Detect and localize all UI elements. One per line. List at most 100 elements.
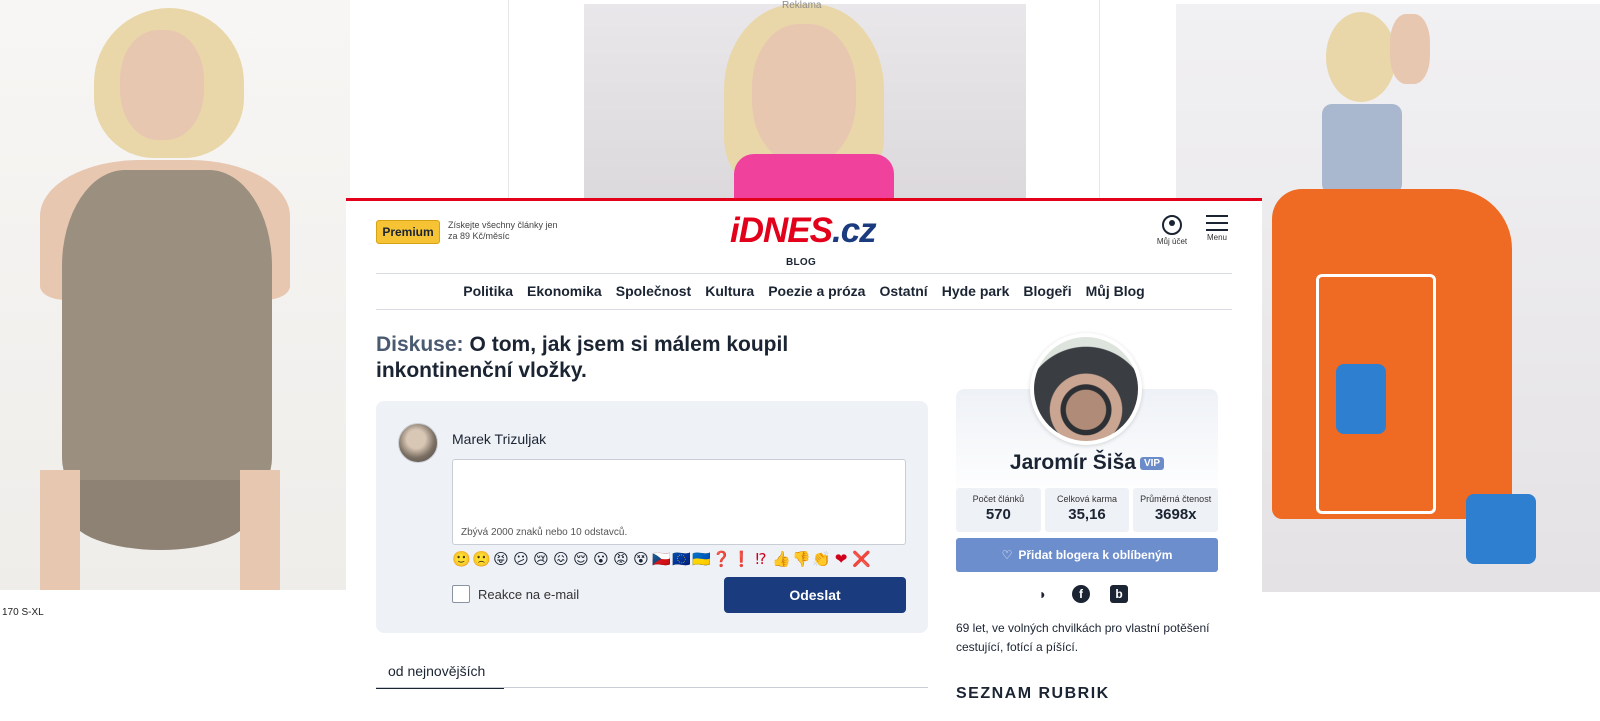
facebook-icon[interactable]: f [1072, 585, 1090, 603]
menu-label: Menu [1206, 233, 1227, 242]
nav-item-muj-blog[interactable]: Můj Blog [1086, 283, 1145, 299]
ad-model-leg [40, 470, 80, 590]
emoji-thumbs-down[interactable]: 👎 [792, 551, 811, 569]
logo-subtitle: BLOG [786, 257, 817, 268]
emoji-interrobang[interactable]: ⁉ [752, 551, 770, 569]
idnes-logo[interactable]: iDNES.cz [730, 211, 877, 251]
emoji-question[interactable]: ❓ [712, 551, 731, 569]
ad-model-face [120, 30, 204, 140]
emoji-bar: 🙂 🙁 😝 😕 😢 😖 😌 😮 😡 😵 🇨🇿 🇪🇺 🇺🇦 ❓ ❗ ⁉ 👍 👎 👏… [452, 551, 871, 569]
stat-label: Počet článků [972, 494, 1025, 504]
emoji-confused[interactable]: 😕 [512, 551, 530, 569]
nav-item-politika[interactable]: Politika [463, 283, 513, 299]
emoji-tongue[interactable]: 😝 [492, 551, 510, 569]
emoji-smile[interactable]: 🙂 [452, 551, 471, 569]
ad-model-shoe [1466, 494, 1536, 564]
section-heading: SEZNAM RUBRIK [956, 685, 1110, 702]
emoji-surprised[interactable]: 😮 [592, 551, 610, 569]
main-nav: Politika Ekonomika Společnost Kultura Po… [346, 283, 1262, 299]
emoji-relieved[interactable]: 😌 [572, 551, 590, 569]
emoji-angry[interactable]: 😡 [612, 551, 630, 569]
emoji-cross[interactable]: ❌ [852, 551, 871, 569]
emoji-sad[interactable]: 🙁 [472, 551, 491, 569]
emoji-flag-eu[interactable]: 🇪🇺 [672, 551, 691, 569]
emoji-exclamation[interactable]: ❗ [732, 551, 751, 569]
ad-label: Reklama [782, 0, 822, 11]
ad-image-left[interactable] [0, 0, 350, 590]
ad-image-middle[interactable] [584, 4, 1026, 200]
nav-item-ostatni[interactable]: Ostatní [879, 283, 927, 299]
user-icon [1162, 215, 1182, 235]
emoji-dizzy[interactable]: 😵 [632, 551, 650, 569]
emoji-thumbs-up[interactable]: 👍 [772, 551, 791, 569]
nav-item-kultura[interactable]: Kultura [705, 283, 754, 299]
stat-label: Celková karma [1056, 494, 1118, 504]
commenter-name: Marek Trizuljak [452, 431, 547, 447]
logo-tld: .cz [831, 211, 877, 250]
hamburger-icon [1206, 215, 1228, 231]
screen: 170 S-XL Reklama Premium Získejte všechn… [0, 0, 1600, 721]
emoji-flag-cz[interactable]: 🇨🇿 [652, 551, 671, 569]
submit-button[interactable]: Odeslat [724, 577, 906, 613]
ad-model-hand [1390, 14, 1430, 84]
emoji-confounded[interactable]: 😖 [552, 551, 570, 569]
social-links: ◗ f b [1034, 585, 1128, 603]
email-reply-label[interactable]: Reakce na e-mail [478, 587, 579, 602]
discussion-lead: Diskuse: [376, 333, 464, 356]
nav-item-spolecnost[interactable]: Společnost [616, 283, 691, 299]
stat-label: Průměrná čtenost [1140, 494, 1212, 504]
nav-item-blogeri[interactable]: Blogeři [1023, 283, 1071, 299]
premium-note[interactable]: Získejte všechny články jen za 89 Kč/měs… [448, 220, 568, 242]
blogger-bio: 69 let, ve volných chvilkách pro vlastní… [956, 621, 1210, 654]
emoji-flag-ua[interactable]: 🇺🇦 [692, 551, 711, 569]
ad-model-top [1322, 104, 1402, 194]
menu-button[interactable]: Menu [1202, 215, 1232, 242]
premium-button[interactable]: Premium [376, 220, 440, 244]
stat-readership: Průměrná čtenost 3698x [1133, 488, 1219, 532]
ad-model-shoe [1336, 364, 1386, 434]
blogger-photo [1034, 337, 1138, 441]
stat-value: 35,16 [1068, 506, 1106, 523]
logo-main: iDNES [730, 211, 833, 250]
ad-caption: 170 S-XL [2, 607, 44, 618]
stat-articles: Počet článků 570 [956, 488, 1041, 532]
email-reply-checkbox[interactable] [452, 585, 470, 603]
ad-model-bottom [70, 480, 250, 550]
avatar [398, 423, 438, 463]
divider [376, 309, 1232, 310]
nav-item-poezie[interactable]: Poezie a próza [768, 283, 865, 299]
ad-model-hair [1326, 12, 1396, 102]
nav-item-hyde-park[interactable]: Hyde park [942, 283, 1010, 299]
ad-model-top [62, 170, 272, 490]
account-label: Můj účet [1156, 237, 1188, 246]
vip-badge: VIP [1139, 456, 1165, 470]
stat-value: 570 [985, 506, 1011, 523]
heart-icon: ♡ [1001, 548, 1013, 562]
account-button[interactable]: Můj účet [1152, 215, 1192, 246]
comment-form: Marek Trizuljak Zbývá 2000 znaků nebo 10… [376, 401, 928, 633]
add-favorite-label: Přidat blogera k oblíbeným [1018, 548, 1173, 562]
divider [376, 273, 1232, 274]
blogger-name[interactable]: Jaromír Šiša [1010, 451, 1136, 474]
ad-model-face [752, 24, 856, 164]
emoji-clap[interactable]: 👏 [812, 551, 831, 569]
ad-model-top [734, 154, 894, 200]
ad-model-leg [240, 470, 280, 590]
emoji-cry[interactable]: 😢 [532, 551, 550, 569]
stat-karma: Celková karma 35,16 [1044, 488, 1130, 532]
tab-newest[interactable]: od nejnovějších [376, 659, 504, 689]
blog-page: Premium Získejte všechny články jen za 8… [346, 198, 1262, 721]
discussion-title: Diskuse: O tom, jak jsem si málem koupil … [376, 332, 816, 384]
divider [376, 687, 928, 688]
blogger-stats: Počet článků 570 Celková karma 35,16 Průmě… [956, 488, 1219, 532]
blog-icon[interactable]: b [1110, 585, 1128, 603]
emoji-heart[interactable]: ❤ [832, 551, 850, 569]
char-counter: Zbývá 2000 znaků nebo 10 odstavců. [461, 527, 628, 538]
comment-textarea[interactable]: Zbývá 2000 znaků nebo 10 odstavců. [452, 459, 906, 545]
nav-item-ekonomika[interactable]: Ekonomika [527, 283, 602, 299]
stat-value: 3698x [1154, 506, 1197, 523]
blogger-name-row: Jaromír Šiša VIP [956, 451, 1218, 475]
add-favorite-button[interactable]: ♡ Přidat blogera k oblíbeným [956, 538, 1218, 572]
rss-icon[interactable]: ◗ [1034, 585, 1052, 603]
blogger-avatar[interactable] [1030, 333, 1142, 445]
